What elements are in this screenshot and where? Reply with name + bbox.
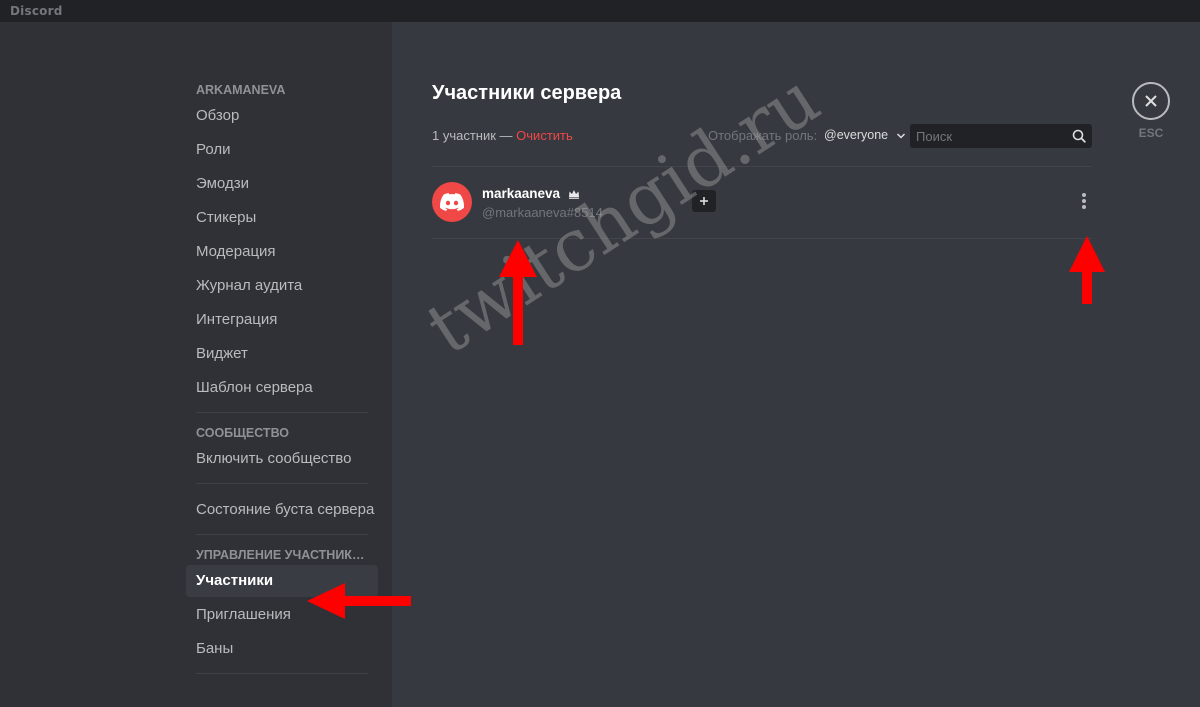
nav-item-overview[interactable]: Обзор (186, 100, 378, 132)
nav-item-stickers[interactable]: Стикеры (186, 202, 378, 234)
avatar[interactable] (432, 182, 472, 222)
nav-item-integrations[interactable]: Интеграция (186, 304, 378, 336)
nav-item-moderation[interactable]: Модерация (186, 236, 378, 268)
nav-item-boost-status[interactable]: Состояние буста сервера (186, 494, 378, 526)
list-divider (432, 166, 1092, 167)
nav-divider (196, 483, 368, 484)
member-name-wrap: markaaneva (482, 186, 580, 201)
title-bar: Discord (0, 0, 1200, 22)
nav-divider (196, 412, 368, 413)
role-filter-label: Отображать роль: (708, 128, 818, 143)
nav-item-enable-community[interactable]: Включить сообщество (186, 443, 378, 475)
nav-item-invites[interactable]: Приглашения (186, 599, 378, 631)
member-row[interactable]: markaaneva @markaaneva#8514 (432, 168, 1092, 238)
close-icon (1145, 95, 1157, 107)
discord-logo-icon (440, 193, 464, 211)
search-icon[interactable] (1072, 129, 1086, 143)
nav-item-widget[interactable]: Виджет (186, 338, 378, 370)
nav-item-audit-log[interactable]: Журнал аудита (186, 270, 378, 302)
app-name: Discord (10, 4, 63, 18)
search-input[interactable] (910, 124, 1072, 148)
list-divider (432, 238, 1092, 239)
settings-sidebar: ARKAMANEVA Обзор Роли Эмодзи Стикеры Мод… (0, 22, 392, 707)
member-count: 1 участник — (432, 128, 513, 143)
chevron-down-icon (896, 133, 905, 139)
more-options-button[interactable] (1072, 188, 1096, 214)
member-name: markaaneva (482, 186, 561, 201)
add-role-button[interactable] (692, 190, 716, 212)
clear-link[interactable]: Очистить (516, 128, 573, 143)
nav-header-member-management: УПРАВЛЕНИЕ УЧАСТНИКА... (196, 548, 372, 562)
settings-nav: ARKAMANEVA Обзор Роли Эмодзи Стикеры Мод… (186, 80, 378, 684)
nav-item-roles[interactable]: Роли (186, 134, 378, 166)
nav-item-emoji[interactable]: Эмодзи (186, 168, 378, 200)
plus-icon (700, 197, 708, 205)
esc-label: ESC (1138, 126, 1164, 140)
nav-header-community: СООБЩЕСТВО (196, 426, 290, 440)
nav-header-server: ARKAMANEVA (196, 83, 286, 97)
nav-divider (196, 673, 368, 674)
nav-item-server-template[interactable]: Шаблон сервера (186, 372, 378, 404)
crown-icon (568, 190, 579, 199)
nav-item-members[interactable]: Участники (186, 565, 378, 597)
member-count-line: 1 участник — Очистить (432, 128, 573, 143)
role-select-value: @everyone (824, 128, 889, 142)
page-title: Участники сервера (432, 82, 622, 104)
close-button[interactable] (1132, 82, 1170, 120)
members-page: Участники сервера 1 участник — Очистить … (392, 22, 1200, 707)
more-vertical-icon (1082, 193, 1086, 209)
search-box (910, 124, 1092, 148)
member-tag: @markaaneva#8514 (482, 205, 603, 220)
nav-item-bans[interactable]: Баны (186, 633, 378, 665)
nav-divider (196, 534, 368, 535)
role-select-dropdown[interactable]: @everyone (824, 128, 906, 142)
